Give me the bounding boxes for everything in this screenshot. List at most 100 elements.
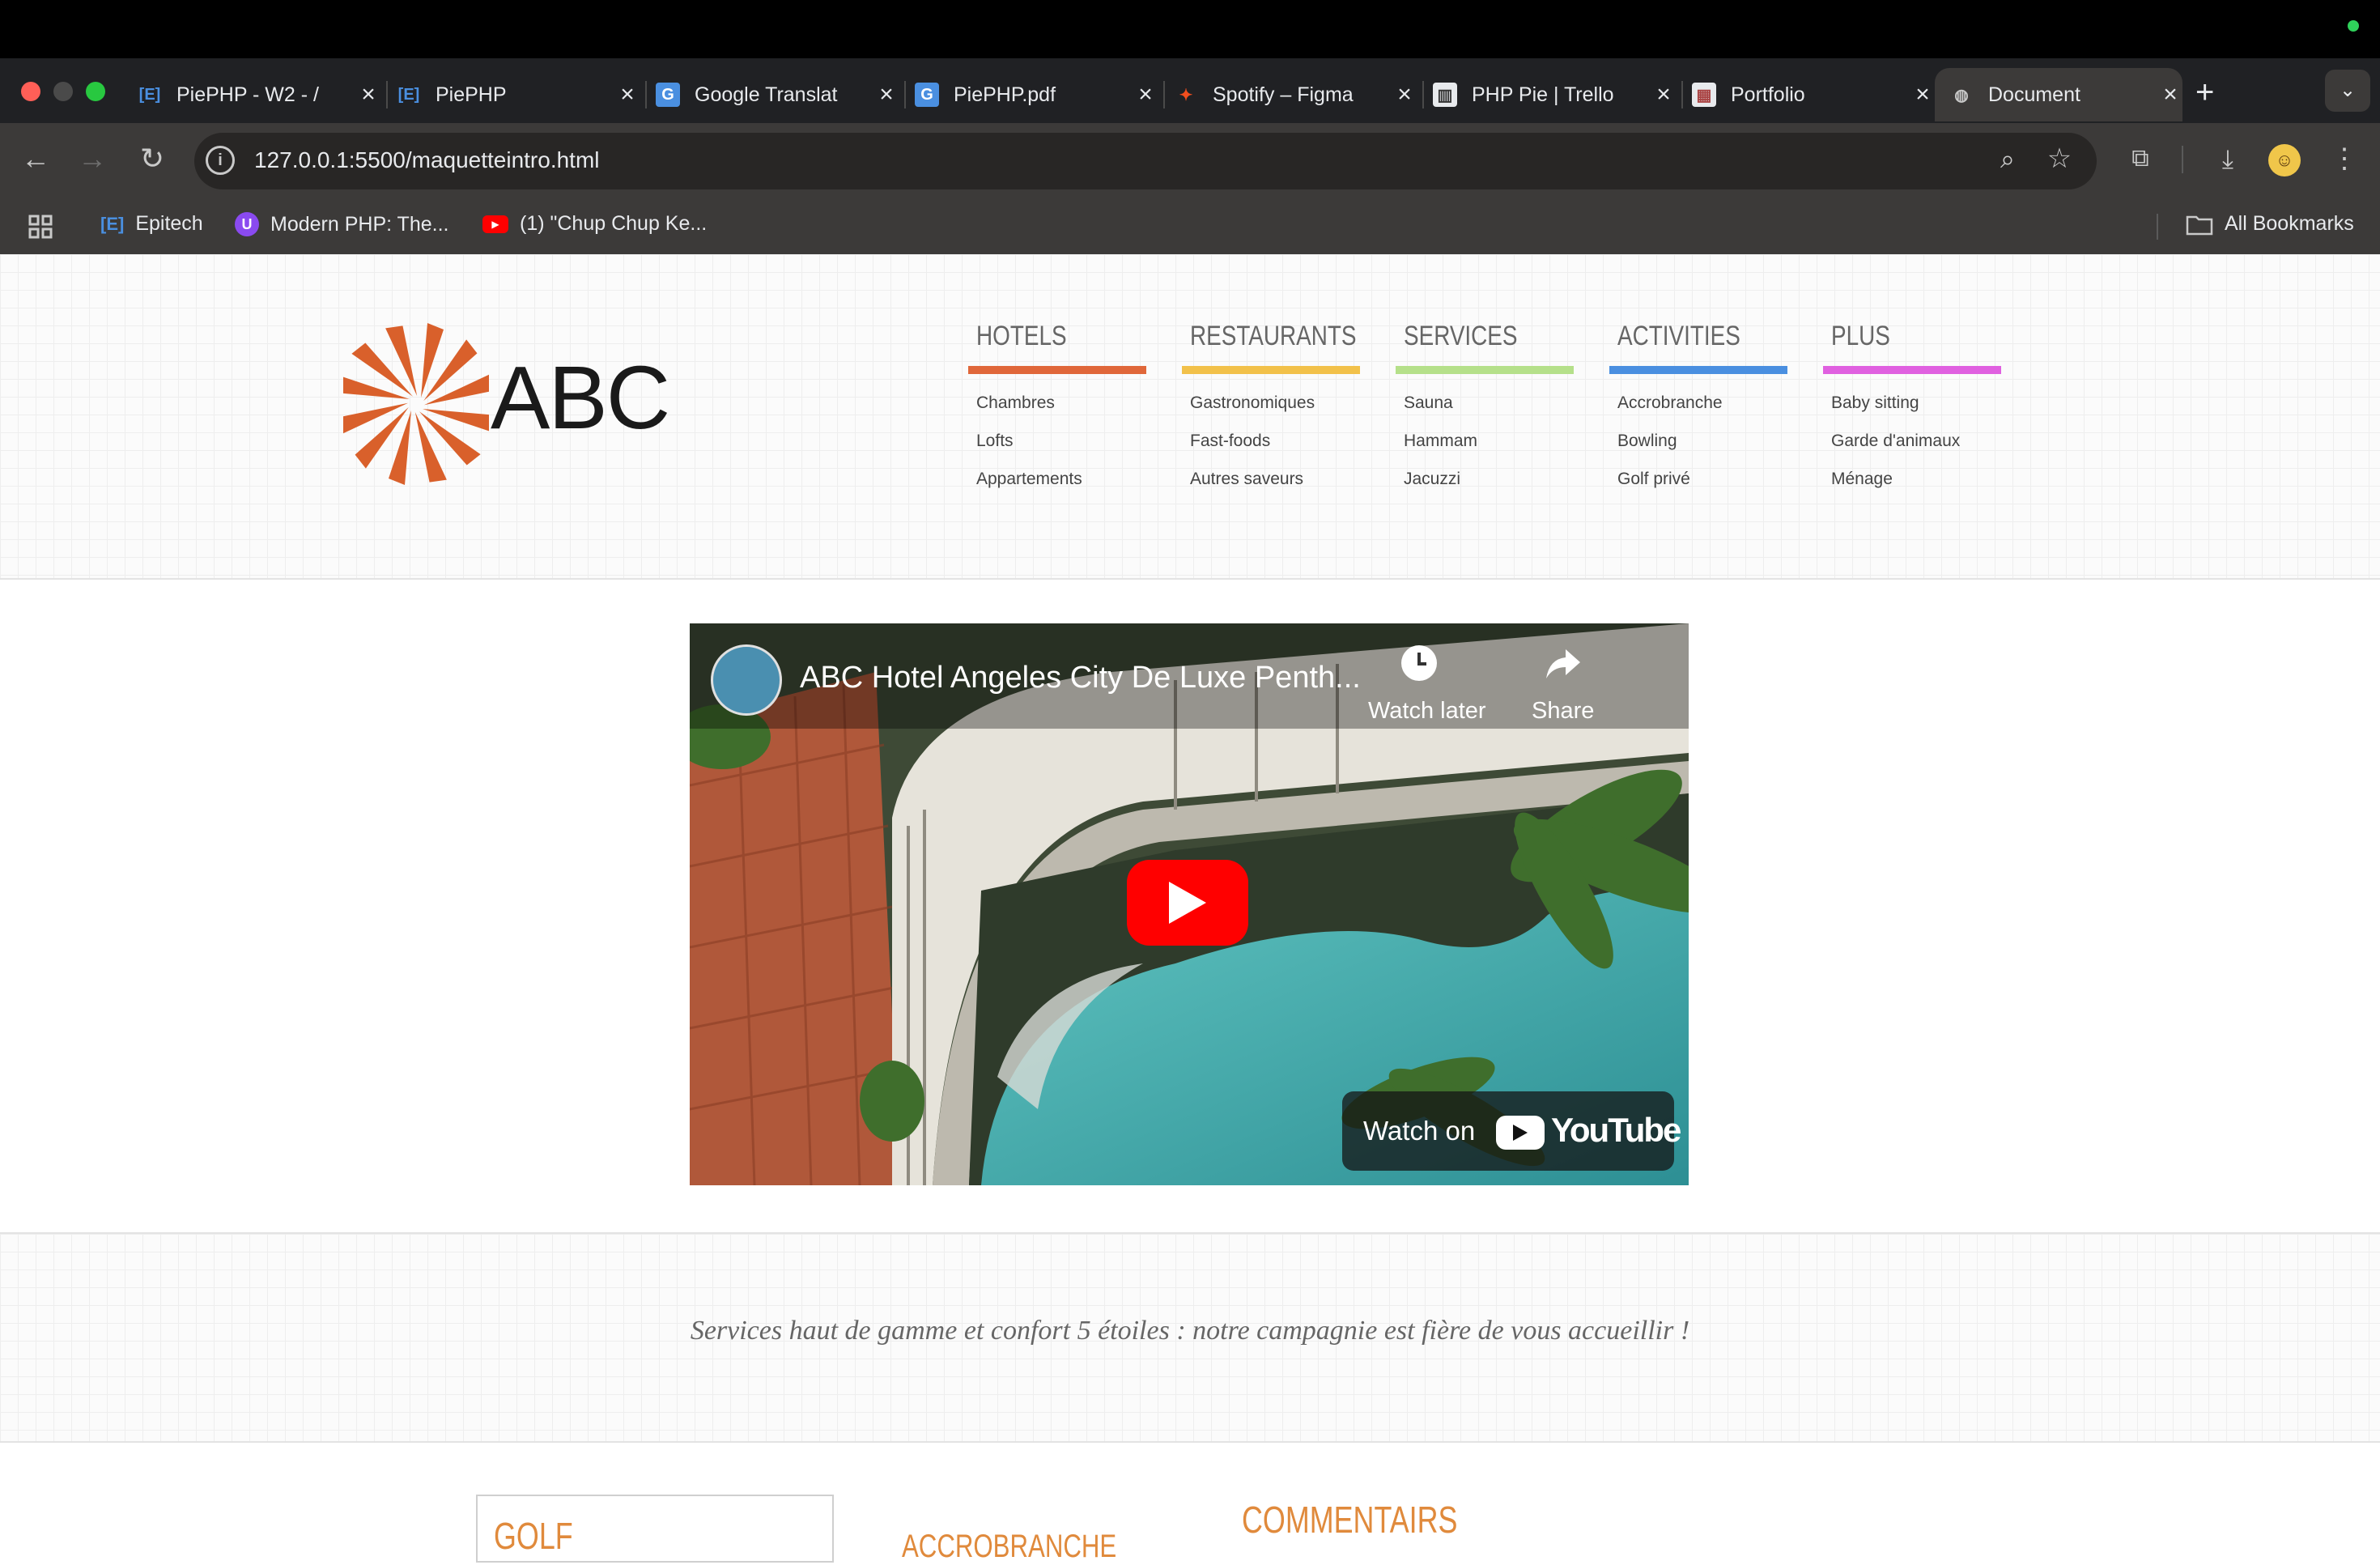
google-translate-icon: G [915, 83, 939, 107]
nav-link[interactable]: Baby sitting [1831, 393, 1919, 413]
all-bookmarks-button[interactable]: All Bookmarks [2186, 212, 2354, 236]
folder-icon [2186, 213, 2213, 236]
nav-link[interactable]: Appartements [976, 470, 1082, 489]
site-info-icon[interactable]: i [206, 146, 235, 175]
tab-label: Document [1988, 83, 2080, 106]
tab-6[interactable]: ▦ Portfolio × [1687, 68, 1935, 121]
tab-1[interactable]: [E] PiePHP × [392, 68, 640, 121]
nav-title-services[interactable]: SERVICES [1404, 321, 1517, 352]
status-dot [2348, 20, 2359, 32]
tab-7[interactable]: ◍ Document × [1935, 68, 2182, 121]
nav-link[interactable]: Jacuzzi [1404, 470, 1460, 489]
globe-icon: ◍ [1954, 86, 1969, 104]
tab-5[interactable]: ▥ PHP Pie | Trello × [1428, 68, 1676, 121]
tab-separator [904, 81, 906, 108]
nav-link[interactable]: Fast-foods [1190, 432, 1270, 451]
epitech-icon: [E] [397, 85, 420, 104]
epitech-icon: [E] [138, 85, 161, 104]
nav-link[interactable]: Gastronomiques [1190, 393, 1315, 413]
download-icon[interactable]: ⤓ [2208, 139, 2247, 178]
watch-later-label[interactable]: Watch later [1368, 698, 1486, 725]
bookmark-star-icon[interactable]: ☆ [2040, 139, 2079, 178]
trello-icon: ▥ [1433, 83, 1457, 107]
url-text[interactable]: 127.0.0.1:5500/maquetteintro.html [254, 147, 600, 173]
tab-close-icon[interactable]: × [356, 81, 380, 108]
abc-logo-sunburst-icon[interactable] [332, 320, 500, 488]
profile-avatar[interactable]: ☺ [2268, 144, 2301, 176]
slogan-text: Services haut de gamme et confort 5 étoi… [690, 1316, 1690, 1346]
tab-close-icon[interactable]: × [615, 81, 640, 108]
bookmark-label: Epitech [135, 212, 203, 235]
section-title-accrobranche: ACCROBRANCHE [902, 1529, 1117, 1564]
tab-2[interactable]: G Google Translat × [651, 68, 899, 121]
forward-arrow-icon[interactable]: → [73, 139, 112, 178]
tab-separator [1681, 81, 1683, 108]
apps-grid-icon[interactable] [28, 214, 53, 240]
tab-close-icon[interactable]: × [1133, 81, 1158, 108]
nav-link[interactable]: Chambres [976, 393, 1055, 413]
nav-link[interactable]: Autres saveurs [1190, 470, 1303, 489]
tab-label: Portfolio [1731, 83, 1805, 106]
all-bookmarks-label: All Bookmarks [2225, 212, 2354, 235]
tab-4[interactable]: ✦ Spotify – Figma × [1169, 68, 1417, 121]
tab-close-icon[interactable]: × [1910, 81, 1935, 108]
nav-link[interactable]: Bowling [1617, 432, 1677, 451]
youtube-wordmark: YouTube [1551, 1111, 1681, 1149]
tab-separator [1163, 81, 1165, 108]
nav-link[interactable]: Ménage [1831, 470, 1893, 489]
tab-label: PiePHP [436, 83, 507, 106]
nav-title-hotels[interactable]: HOTELS [976, 321, 1067, 352]
nav-underline [1396, 366, 1574, 374]
bookmark-modern-php[interactable]: U Modern PHP: The... [235, 212, 448, 236]
nav-link[interactable]: Sauna [1404, 393, 1453, 413]
share-icon[interactable] [1543, 646, 1583, 682]
nav-link[interactable]: Accrobranche [1617, 393, 1723, 413]
play-button[interactable] [1127, 860, 1248, 946]
nav-link[interactable]: Hammam [1404, 432, 1477, 451]
tab-label: Spotify – Figma [1213, 83, 1354, 106]
video-title[interactable]: ABC Hotel Angeles City De Luxe Penth... [800, 661, 1361, 695]
tab-search-button[interactable]: ⌄ [2325, 70, 2370, 112]
tab-label: PiePHP - W2 - / [176, 83, 319, 106]
minimize-window-button[interactable] [53, 82, 73, 101]
nav-title-activities[interactable]: ACTIVITIES [1617, 321, 1740, 352]
tab-label: PHP Pie | Trello [1472, 83, 1614, 106]
nav-title-plus[interactable]: PLUS [1831, 321, 1890, 352]
nav-link[interactable]: Lofts [976, 432, 1014, 451]
tab-close-icon[interactable]: × [1392, 81, 1417, 108]
back-arrow-icon[interactable]: ← [16, 139, 55, 178]
bookmark-epitech[interactable]: [E] Epitech [100, 212, 203, 236]
clock-icon[interactable] [1399, 643, 1439, 683]
reload-icon[interactable]: ↻ [133, 139, 172, 178]
zoom-icon[interactable]: ⌕ [1988, 139, 2027, 178]
youtube-video-embed[interactable]: ABC Hotel Angeles City De Luxe Penth... … [690, 623, 1689, 1185]
tab-close-icon[interactable]: × [874, 81, 899, 108]
tab-3[interactable]: G PiePHP.pdf × [910, 68, 1158, 121]
nav-underline [1823, 366, 2001, 374]
close-window-button[interactable] [21, 82, 40, 101]
nav-link[interactable]: Golf privé [1617, 470, 1690, 489]
tab-close-icon[interactable]: × [2158, 81, 2182, 108]
epitech-icon: [E] [100, 213, 125, 234]
nav-link[interactable]: Garde d'animaux [1831, 432, 1960, 451]
section-title-golf: GOLF [494, 1515, 573, 1557]
watch-on-youtube-button[interactable]: Watch on YouTube [1342, 1091, 1681, 1171]
channel-avatar[interactable] [711, 644, 782, 716]
bookmarks-divider [2157, 214, 2158, 240]
menu-kebab-icon[interactable]: ⋮ [2325, 139, 2364, 178]
system-bar [0, 0, 2380, 58]
maximize-window-button[interactable] [86, 82, 105, 101]
new-tab-button[interactable]: + [2195, 74, 2214, 111]
nav-title-restaurants[interactable]: RESTAURANTS [1190, 321, 1357, 352]
figma-icon: ✦ [1179, 86, 1193, 104]
share-label[interactable]: Share [1532, 698, 1594, 725]
tab-close-icon[interactable]: × [1651, 81, 1676, 108]
tab-0[interactable]: [E] PiePHP - W2 - / × [133, 68, 380, 121]
tab-separator [1422, 81, 1424, 108]
logo-text: ABC [491, 348, 670, 448]
watch-on-label: Watch on [1363, 1116, 1476, 1146]
tab-label: PiePHP.pdf [954, 83, 1056, 106]
bookmark-youtube[interactable]: ▶ (1) "Chup Chup Ke... [482, 212, 707, 236]
extensions-icon[interactable]: ⧉ [2121, 139, 2160, 178]
nav-underline [968, 366, 1146, 374]
